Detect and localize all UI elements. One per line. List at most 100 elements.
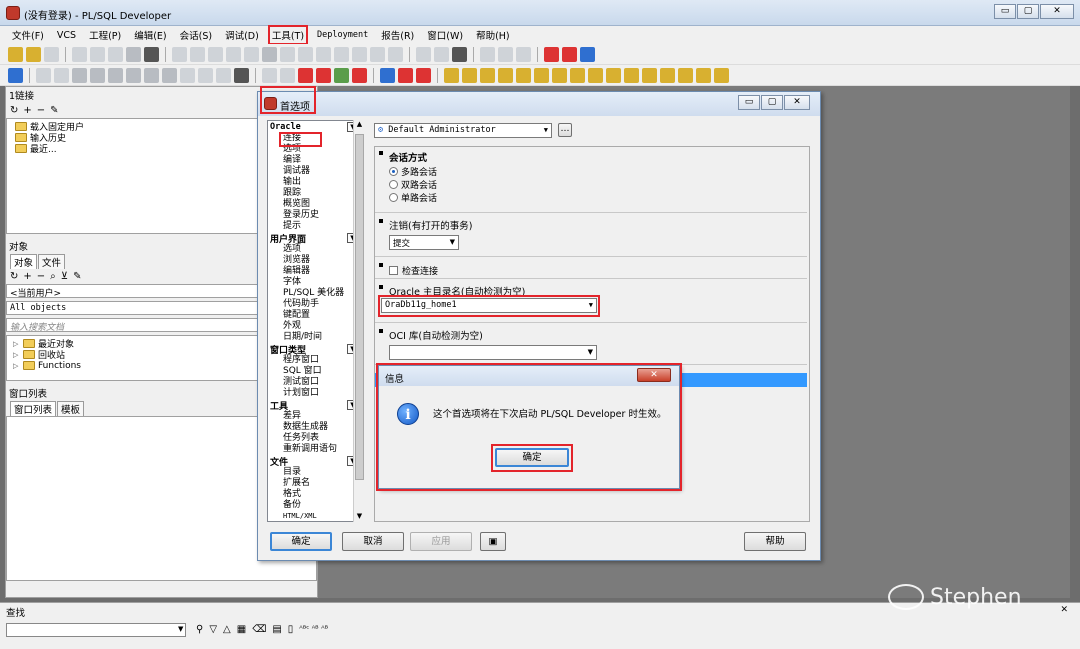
find-prev-icon[interactable]: △ — [223, 624, 231, 635]
find-close-icon[interactable]: ✕ — [1060, 605, 1068, 615]
commit-icon[interactable] — [72, 67, 87, 83]
format-icon[interactable] — [370, 46, 385, 62]
debug-12-icon[interactable] — [642, 67, 657, 83]
logoff-select[interactable]: 提交 ▼ — [389, 235, 459, 250]
case-options[interactable]: ᴬᴮᶜ ᴬᴮ ᴬᴮ — [299, 624, 328, 635]
minimize-button[interactable]: ▭ — [994, 4, 1016, 19]
print-preview-icon[interactable] — [126, 46, 141, 62]
nav-item-compiler[interactable]: 编译 — [268, 155, 362, 166]
nav-item-editor[interactable]: 编辑器 — [268, 266, 362, 277]
debug-5-icon[interactable] — [516, 67, 531, 83]
nav-item-plan-window[interactable]: 计划窗口 — [268, 388, 362, 399]
execute-icon[interactable] — [36, 67, 51, 83]
oracle-icon[interactable] — [544, 46, 559, 62]
prefs-tool-button[interactable]: ▣ — [480, 532, 506, 551]
step-into-icon[interactable] — [380, 67, 395, 83]
user-icon[interactable] — [144, 67, 159, 83]
tab-files[interactable]: 文件 — [38, 254, 66, 269]
menu-help[interactable]: 帮助(H) — [474, 27, 512, 43]
menu-window[interactable]: 窗口(W) — [425, 27, 465, 43]
indent-icon[interactable] — [298, 46, 313, 62]
nav-item-program-window[interactable]: 程序窗口 — [268, 355, 362, 366]
nav-item-extensions[interactable]: 扩展名 — [268, 478, 362, 489]
comment-icon[interactable] — [334, 46, 349, 62]
nav-item-debugger[interactable]: 调试器 — [268, 166, 362, 177]
redo-icon[interactable] — [190, 46, 205, 62]
docs-icon[interactable] — [562, 46, 577, 62]
query-icon[interactable] — [126, 67, 141, 83]
binoculars-icon[interactable]: ⚲ — [196, 624, 203, 635]
find-object-icon[interactable]: ⌕ — [50, 271, 56, 282]
outdent-icon[interactable] — [316, 46, 331, 62]
profile-more-button[interactable]: … — [558, 123, 572, 137]
nav-category-window-types[interactable]: 窗口类型▼ — [268, 343, 362, 356]
replace-icon[interactable] — [280, 46, 295, 62]
menu-session[interactable]: 会话(S) — [178, 27, 214, 43]
nav-item-directories[interactable]: 目录 — [268, 467, 362, 478]
debug-3-icon[interactable] — [480, 67, 495, 83]
scroll-up-icon[interactable]: ▲ — [354, 120, 365, 128]
window-tile-icon[interactable] — [416, 46, 431, 62]
prefs-cancel-button[interactable]: 取消 — [342, 532, 404, 551]
open-icon[interactable] — [26, 46, 41, 62]
nav-item-data-generator[interactable]: 数据生成器 — [268, 422, 362, 433]
close-button[interactable]: ✕ — [1040, 4, 1074, 19]
expand-icon[interactable]: ▷ — [13, 362, 20, 370]
break-icon[interactable] — [54, 67, 69, 83]
users-icon[interactable] — [162, 67, 177, 83]
nav-item-appearance[interactable]: 外观 — [268, 321, 362, 332]
menu-reports[interactable]: 报告(R) — [379, 27, 416, 43]
breakpoint-icon[interactable] — [316, 67, 331, 83]
save-icon[interactable] — [72, 46, 87, 62]
menu-debug[interactable]: 调试(D) — [223, 27, 261, 43]
menu-edit[interactable]: 编辑(E) — [132, 27, 168, 43]
nav-item-profiler[interactable]: 概览图 — [268, 199, 362, 210]
clear-find-icon[interactable]: ⌫ — [252, 624, 266, 635]
find-icon[interactable] — [262, 46, 277, 62]
debug-16-icon[interactable] — [714, 67, 729, 83]
debug-4-icon[interactable] — [498, 67, 513, 83]
nav-item-ui-options[interactable]: 选项 — [268, 244, 362, 255]
refresh-icon[interactable]: ↻ — [10, 105, 18, 116]
grid-icon[interactable] — [498, 46, 513, 62]
edit-icon[interactable]: ✎ — [50, 105, 58, 116]
debug-1-icon[interactable] — [444, 67, 459, 83]
layout-icon[interactable] — [480, 46, 495, 62]
report-icon[interactable] — [180, 67, 195, 83]
find-next-icon[interactable]: ▽ — [209, 624, 217, 635]
debug-6-icon[interactable] — [534, 67, 549, 83]
new-icon[interactable] — [8, 46, 23, 62]
menu-deployment[interactable]: Deployment — [315, 29, 370, 41]
nav-category-tools[interactable]: 工具▼ — [268, 399, 362, 412]
bookmark-icon[interactable] — [388, 46, 403, 62]
debug-15-icon[interactable] — [696, 67, 711, 83]
undo-icon[interactable] — [172, 46, 187, 62]
nav-category-ui[interactable]: 用户界面▼ — [268, 232, 362, 245]
debug-7-icon[interactable] — [552, 67, 567, 83]
prefs-close-button[interactable]: ✕ — [784, 95, 810, 110]
nav-scroll-thumb[interactable] — [355, 134, 364, 480]
oci-select[interactable]: ▼ — [389, 345, 597, 360]
radio-multi-session[interactable]: 多路会话 — [389, 165, 437, 178]
debug-10-icon[interactable] — [606, 67, 621, 83]
nav-item-fonts[interactable]: 字体 — [268, 277, 362, 288]
save-all-icon[interactable] — [90, 46, 105, 62]
expand-icon[interactable]: ▷ — [13, 351, 20, 359]
radio-dual-session[interactable]: 双路会话 — [389, 178, 437, 191]
cut-icon[interactable] — [208, 46, 223, 62]
prefs-minimize-button[interactable]: ▭ — [738, 95, 760, 110]
nav-item-html-xml[interactable]: HTML/XML — [268, 511, 362, 521]
options-icon[interactable]: ▤ — [272, 624, 281, 635]
nav-item-key-config[interactable]: 键配置 — [268, 310, 362, 321]
message-ok-button[interactable]: 确定 — [495, 448, 569, 467]
edit-icon[interactable]: ✎ — [73, 271, 81, 282]
printer-icon[interactable] — [144, 46, 159, 62]
scroll-down-icon[interactable]: ▼ — [354, 512, 365, 520]
nav-item-backup[interactable]: 备份 — [268, 500, 362, 511]
message-close-button[interactable]: ✕ — [637, 368, 671, 382]
window-list-icon[interactable] — [452, 46, 467, 62]
rollback-icon[interactable] — [90, 67, 105, 83]
nav-item-task-list[interactable]: 任务列表 — [268, 433, 362, 444]
print-icon[interactable] — [44, 46, 59, 62]
nav-item-output[interactable]: 输出 — [268, 177, 362, 188]
